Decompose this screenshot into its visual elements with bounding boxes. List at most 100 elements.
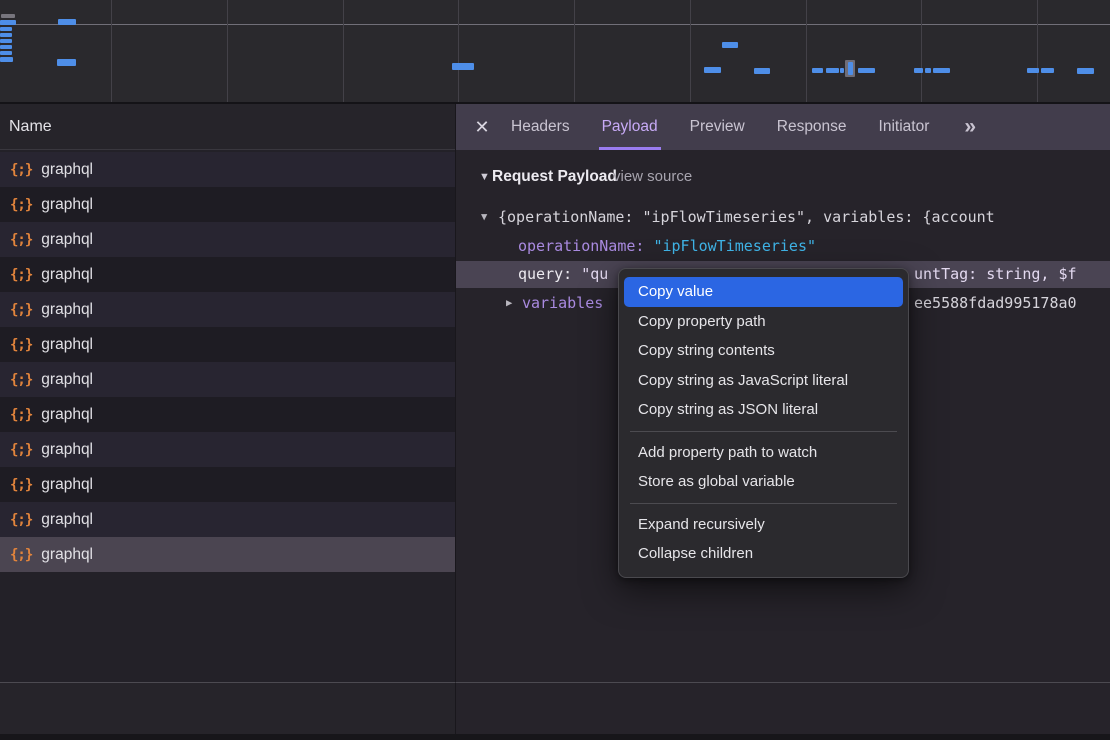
overview-grid-line [343,0,344,102]
tab-response[interactable]: Response [774,104,850,150]
request-timing-bar[interactable] [848,62,853,75]
footer-summary-left [0,682,455,740]
request-timing-bar[interactable] [826,68,839,73]
request-timing-bar[interactable] [0,20,16,25]
network-request-row[interactable]: {;}graphql [0,397,455,432]
footer-right [455,682,1110,740]
section-collapse-triangle-icon[interactable]: ▼ [479,164,490,190]
variables-preview-fragment: ee5588fdad995178a0 [914,290,1077,317]
tree-root-row[interactable]: ▼ {operationName: "ipFlowTimeseries", va… [456,204,1110,231]
request-timing-bar[interactable] [925,68,931,73]
property-value-left-fragment: "qu [581,265,608,283]
request-timing-bar[interactable] [858,68,875,73]
json-braces-icon: {;} [10,232,32,248]
context-menu-item[interactable]: Copy string as JavaScript literal [619,366,908,396]
property-key: variables [522,290,603,317]
tab-initiator[interactable]: Initiator [876,104,933,150]
network-request-row[interactable]: {;}graphql [0,292,455,327]
variables-expand-triangle-icon[interactable]: ▶ [506,290,512,317]
json-braces-icon: {;} [10,337,32,353]
json-braces-icon: {;} [10,477,32,493]
request-timing-bar[interactable] [0,33,12,37]
network-request-row[interactable]: {;}graphql [0,257,455,292]
close-icon: ✕ [474,117,489,138]
context-menu: Copy valueCopy property pathCopy string … [618,268,909,578]
request-timing-bar[interactable] [754,68,770,74]
request-timing-bar[interactable] [722,42,738,48]
context-menu-item[interactable]: Copy value [624,277,903,307]
tab-payload[interactable]: Payload [599,104,661,150]
request-name: graphql [41,441,93,459]
request-name: graphql [41,511,93,529]
network-request-row[interactable]: {;} graphql [0,537,455,572]
request-timing-bar[interactable] [0,45,12,49]
tab-preview[interactable]: Preview [687,104,748,150]
network-request-row[interactable]: {;} graphql [0,327,455,362]
json-braces-icon: {;} [10,547,32,563]
header-row: Name ✕ Headers Payload Preview Response Init… [0,104,1110,150]
request-timing-bar[interactable] [933,68,950,73]
request-timing-bar[interactable] [57,59,76,66]
request-timing-bar[interactable] [1077,68,1094,74]
request-timing-bar[interactable] [58,19,76,25]
request-name: graphql [41,301,93,319]
menu-separator [630,503,897,504]
context-menu-item[interactable]: Copy string contents [619,336,908,366]
request-name: graphql [41,196,93,214]
request-timing-bar[interactable] [1041,68,1054,73]
overview-grid-line [1037,0,1038,102]
request-timing-bar[interactable] [0,57,13,62]
context-menu-item[interactable]: Add property path to watch [619,438,908,468]
view-source-link[interactable]: view source [613,164,692,190]
context-menu-item[interactable]: Copy string as JSON literal [619,395,908,425]
double-chevron-icon: » [964,115,974,139]
overview-grid-line [227,0,228,102]
overview-grid-line [806,0,807,102]
tree-row-operation-name[interactable]: operationName: "ipFlowTimeseries" [456,233,1110,260]
request-timing-bar[interactable] [704,67,721,73]
network-request-row[interactable]: {;}graphql [0,222,455,257]
network-request-row[interactable]: {;}graphql [0,432,455,467]
section-title: Request Payload [492,164,617,190]
window-bottom-edge [0,734,1110,740]
request-name: graphql [41,546,93,564]
request-timing-bar[interactable] [1027,68,1039,73]
request-timing-bar[interactable] [1,14,15,18]
overview-grid-line [574,0,575,102]
request-timing-bar[interactable] [812,68,823,73]
request-timing-bar[interactable] [0,51,12,55]
json-braces-icon: {;} [10,162,32,178]
overview-grid-line [111,0,112,102]
close-panel-button[interactable]: ✕ [456,104,508,150]
tab-headers[interactable]: Headers [508,104,573,150]
request-timing-bar[interactable] [914,68,923,73]
network-request-row[interactable]: {;}graphql [0,362,455,397]
property-key: query: [518,265,581,283]
overview-grid-line [690,0,691,102]
network-request-row[interactable]: {;} graphql [0,467,455,502]
request-timing-bar[interactable] [0,27,12,31]
context-menu-item[interactable]: Collapse children [619,539,908,569]
request-timing-bar[interactable] [840,68,844,73]
json-braces-icon: {;} [10,197,32,213]
network-overview[interactable] [0,0,1110,104]
json-braces-icon: {;} [10,512,32,528]
name-column-header[interactable]: Name [0,104,455,150]
detail-tab-bar: ✕ Headers Payload Preview Response Initiator… [455,104,1110,150]
overview-grid-line [458,0,459,102]
property-key: operationName: [518,237,653,255]
request-timing-bar[interactable] [0,39,12,43]
menu-separator [630,431,897,432]
context-menu-item[interactable]: Store as global variable [619,467,908,497]
root-collapse-triangle-icon[interactable]: ▼ [481,204,487,231]
network-request-row[interactable]: {;}graphql [0,152,455,187]
context-menu-item[interactable]: Copy property path [619,307,908,337]
network-request-row[interactable]: {;} graphql [0,502,455,537]
payload-section-header[interactable]: ▼ Request Payload view source [456,164,1110,190]
network-request-row[interactable]: {;} graphql [0,187,455,222]
request-name: graphql [41,476,93,494]
request-timing-bar[interactable] [452,63,474,70]
context-menu-item[interactable]: Expand recursively [619,510,908,540]
overflow-tabs-button[interactable]: » [958,104,980,150]
request-name: graphql [41,336,93,354]
